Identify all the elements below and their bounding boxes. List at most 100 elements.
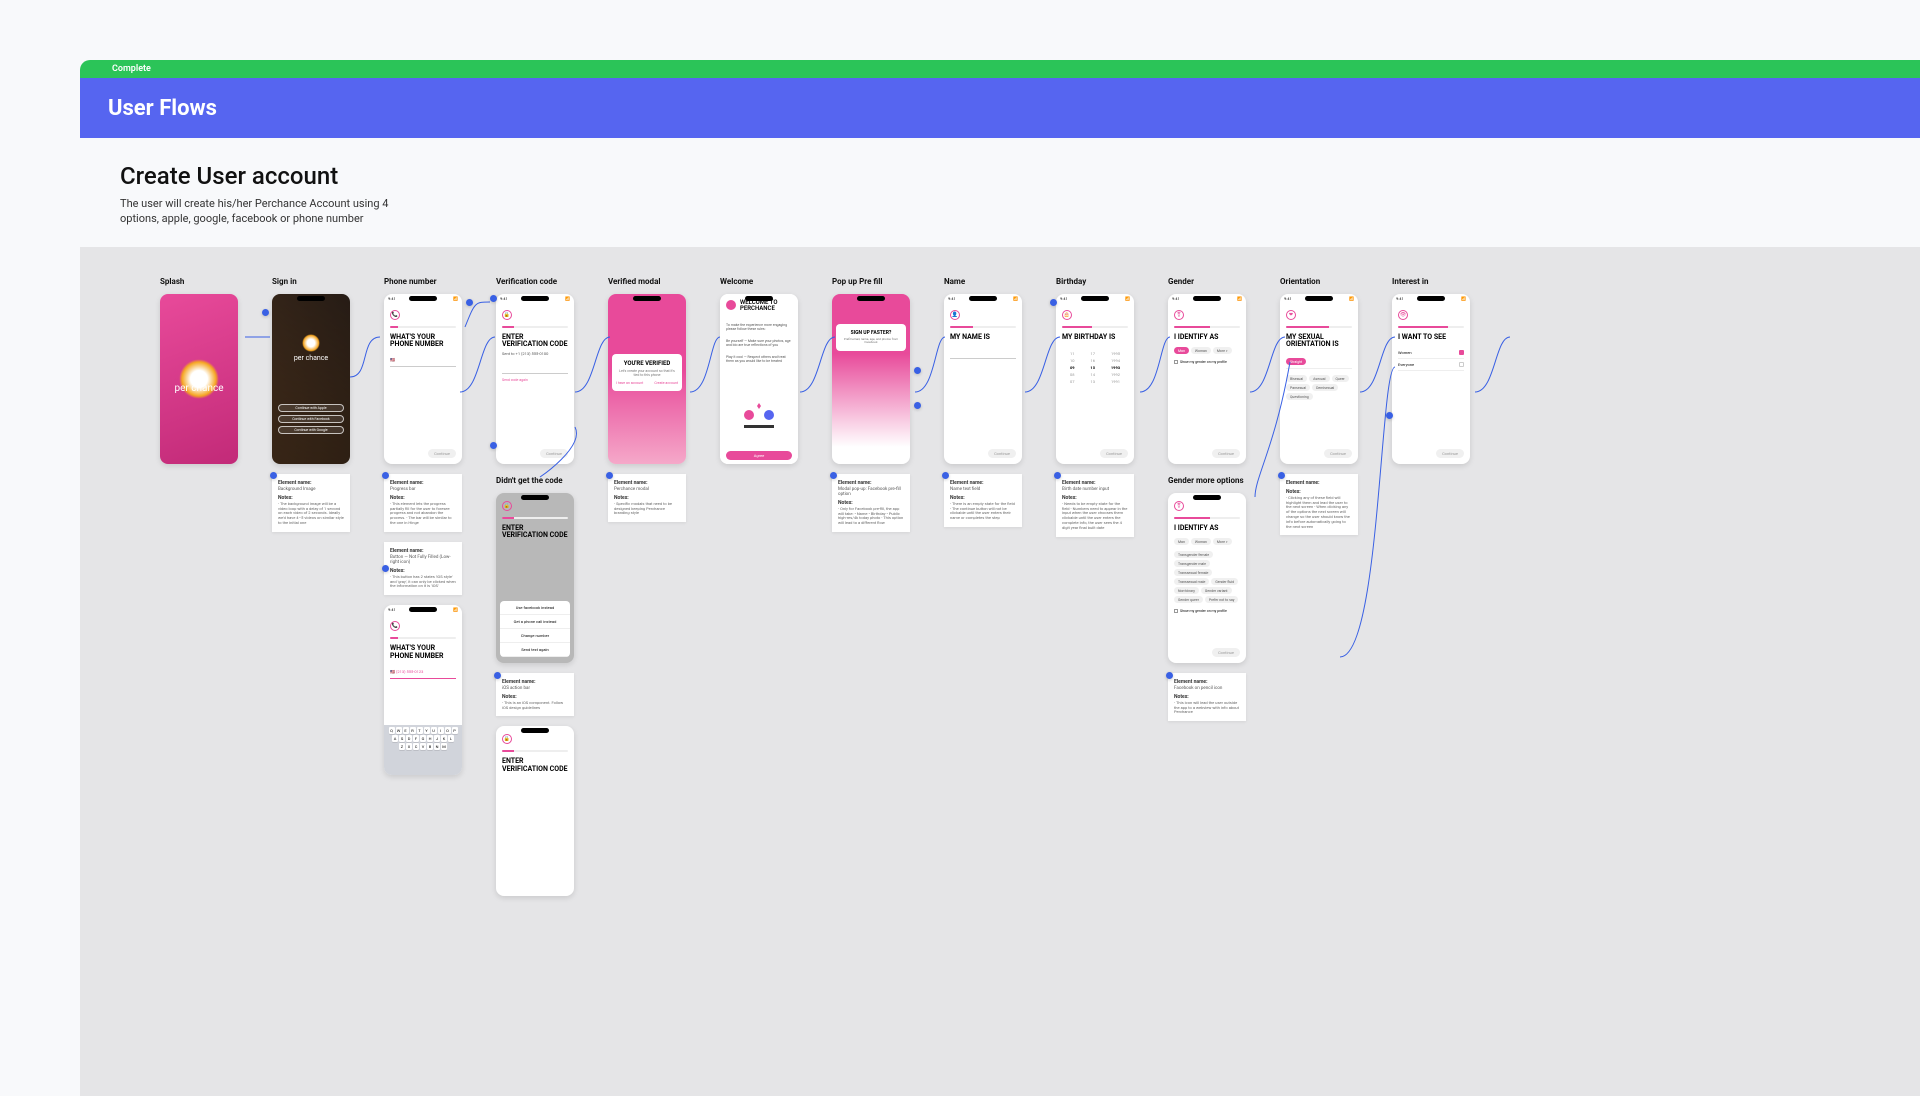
flow-node[interactable]	[466, 299, 473, 306]
screen-gender[interactable]: 9:41📶 ⚧ I IDENTIFY AS Man Woman More > S…	[1168, 294, 1246, 464]
note-node[interactable]	[606, 472, 613, 479]
chip[interactable]: Demisexual	[1312, 384, 1338, 391]
chip[interactable]: Non-binary	[1174, 587, 1199, 594]
screen-title: I WANT TO SEE	[1398, 334, 1464, 342]
action-facebook[interactable]: Use facebook instead	[500, 601, 570, 615]
agree-button[interactable]: Agree	[726, 451, 792, 460]
note-node[interactable]	[1278, 472, 1285, 479]
flow-description: The user will create his/her Perchance A…	[120, 196, 420, 227]
option-everyone[interactable]: Everyone	[1398, 359, 1464, 371]
screen-didnt-get-code[interactable]: 🔒 ENTER VERIFICATION CODE Use facebook i…	[496, 493, 574, 663]
continue-button[interactable]: Continue	[1212, 648, 1240, 657]
chip[interactable]: Pansexual	[1286, 384, 1310, 391]
continue-button[interactable]: Continue	[428, 449, 456, 458]
canvas[interactable]: Splash per chance Sign in per chance Co	[80, 247, 1920, 1096]
continue-button[interactable]: Continue	[540, 449, 568, 458]
screen-verified[interactable]: YOU'RE VERIFIED Let's create your accoun…	[608, 294, 686, 464]
screen-prefill[interactable]: SIGN UP FASTER? Prefill email, name, age…	[832, 294, 910, 464]
col-prefill: Pop up Pre fill SIGN UP FASTER? Prefill …	[832, 277, 910, 897]
month-col[interactable]: 11 10 09 08 07	[1070, 351, 1075, 384]
have-account-link[interactable]: I have an account	[616, 381, 643, 385]
notch-icon	[521, 296, 549, 301]
screen-verification-alt[interactable]: 🔒 ENTER VERIFICATION CODE	[496, 726, 574, 896]
verified-modal: YOU'RE VERIFIED Let's create your accoun…	[612, 354, 682, 391]
screen-phone[interactable]: 9:41📶 📞 WHAT'S YOUR PHONE NUMBER 🇺🇸 Cont…	[384, 294, 462, 464]
chip[interactable]: Gender queer	[1174, 596, 1203, 603]
action-send-again[interactable]: Send text again	[500, 643, 570, 657]
screen-signin[interactable]: per chance Continue with Apple Continue …	[272, 294, 350, 464]
flow-title: Create User account	[120, 162, 1920, 190]
date-picker[interactable]: 11 10 09 08 07 17 16 15	[1062, 351, 1128, 384]
continue-button[interactable]: Continue	[1212, 449, 1240, 458]
note-node[interactable]	[1054, 472, 1061, 479]
continue-apple-button[interactable]: Continue with Apple	[278, 404, 344, 412]
continue-google-button[interactable]: Continue with Google	[278, 426, 344, 434]
phone-input[interactable]: 🇺🇸 (213) 555-0123	[390, 669, 456, 679]
flow-node[interactable]	[1050, 299, 1057, 306]
screen-interest[interactable]: 9:41📶 👁 I WANT TO SEE Women Everyone Con…	[1392, 294, 1470, 464]
chip[interactable]: Prefer not to say	[1205, 596, 1239, 603]
note-body: - Only for Facebook pre-fill, the app wi…	[838, 507, 904, 526]
note-node[interactable]	[1166, 672, 1173, 679]
screen-verification[interactable]: 9:41📶 🔒 ENTER VERIFICATION CODE Sent to …	[496, 294, 574, 464]
name-input[interactable]	[950, 349, 1016, 359]
flow-node[interactable]	[914, 367, 921, 374]
notch-icon	[745, 296, 773, 301]
note-node[interactable]	[382, 565, 389, 572]
chip-man[interactable]: Man	[1174, 538, 1189, 545]
note-node[interactable]	[494, 672, 501, 679]
chip[interactable]: Questioning	[1286, 393, 1313, 400]
chip[interactable]: Asexual	[1309, 375, 1329, 382]
chip[interactable]: Queer	[1332, 375, 1349, 382]
code-input[interactable]	[502, 364, 568, 374]
chip[interactable]: Transgender female	[1174, 551, 1213, 558]
note-node[interactable]	[382, 472, 389, 479]
phone-input[interactable]: 🇺🇸	[390, 357, 456, 367]
note-node[interactable]	[942, 472, 949, 479]
show-gender-checkbox[interactable]: Show my gender on my profile	[1174, 609, 1240, 613]
chip[interactable]: Transgender male	[1174, 560, 1210, 567]
chip[interactable]: Gender fluid	[1211, 578, 1238, 585]
flow-node[interactable]	[490, 442, 497, 449]
chip-man[interactable]: Man	[1174, 347, 1189, 354]
note-birthday: Element name: Birth date number input No…	[1056, 474, 1134, 537]
chip[interactable]: Transsexual female	[1174, 569, 1212, 576]
continue-button[interactable]: Continue	[1100, 449, 1128, 458]
screen-splash[interactable]: per chance	[160, 294, 238, 464]
flow-node[interactable]	[914, 402, 921, 409]
create-account-link[interactable]: Create account	[654, 381, 678, 385]
chip[interactable]: Bisexual	[1286, 375, 1307, 382]
flow-node[interactable]	[262, 309, 269, 316]
option-straight[interactable]: Straight	[1286, 355, 1352, 369]
chip[interactable]: Gender variant	[1201, 587, 1232, 594]
chip[interactable]: Transsexual male	[1174, 578, 1209, 585]
option-women[interactable]: Women	[1398, 347, 1464, 359]
screen-phone-keyboard[interactable]: 9:41📶 📞 WHAT'S YOUR PHONE NUMBER 🇺🇸 (213…	[384, 605, 462, 775]
phone-body: ⚧ I IDENTIFY AS Man Woman More > Show my…	[1168, 302, 1246, 464]
continue-button[interactable]: Continue	[1436, 449, 1464, 458]
chip-woman[interactable]: Woman	[1191, 347, 1211, 354]
chip-woman[interactable]: Woman	[1191, 538, 1211, 545]
action-call[interactable]: Get a phone call instead	[500, 615, 570, 629]
action-change-number[interactable]: Change number	[500, 629, 570, 643]
resend-link[interactable]: Send code again	[502, 378, 568, 382]
continue-button[interactable]: Continue	[1324, 449, 1352, 458]
flow-node[interactable]	[1386, 412, 1393, 419]
screen-name[interactable]: 9:41📶 👤 MY NAME IS Continue	[944, 294, 1022, 464]
continue-facebook-button[interactable]: Continue with Facebook	[278, 415, 344, 423]
keyboard[interactable]: QWERTYUIOP ASDFGHJKL ZXCVBNM	[384, 725, 462, 775]
screen-gender-more[interactable]: ⚧ I IDENTIFY AS Man Woman More > Transge…	[1168, 493, 1246, 663]
show-gender-checkbox[interactable]: Show my gender on my profile	[1174, 360, 1240, 364]
chip-more[interactable]: More >	[1213, 538, 1232, 545]
continue-button[interactable]: Continue	[988, 449, 1016, 458]
flow-node[interactable]	[490, 295, 497, 302]
screen-title: MY SEXUAL ORIENTATION IS	[1286, 334, 1352, 349]
screen-birthday[interactable]: 9:41📶 🎂 MY BIRTHDAY IS 11 10 09 08	[1056, 294, 1134, 464]
day-col[interactable]: 17 16 15 14 13	[1090, 351, 1095, 384]
screen-welcome[interactable]: WELCOME TO PERCHANCE To make the experie…	[720, 294, 798, 464]
year-col[interactable]: 1995 1994 1993 1992 1991	[1111, 351, 1120, 384]
note-node[interactable]	[270, 472, 277, 479]
chip-more[interactable]: More >	[1213, 347, 1232, 354]
note-node[interactable]	[830, 472, 837, 479]
screen-orientation[interactable]: 9:41📶 ❤ MY SEXUAL ORIENTATION IS Straigh…	[1280, 294, 1358, 464]
